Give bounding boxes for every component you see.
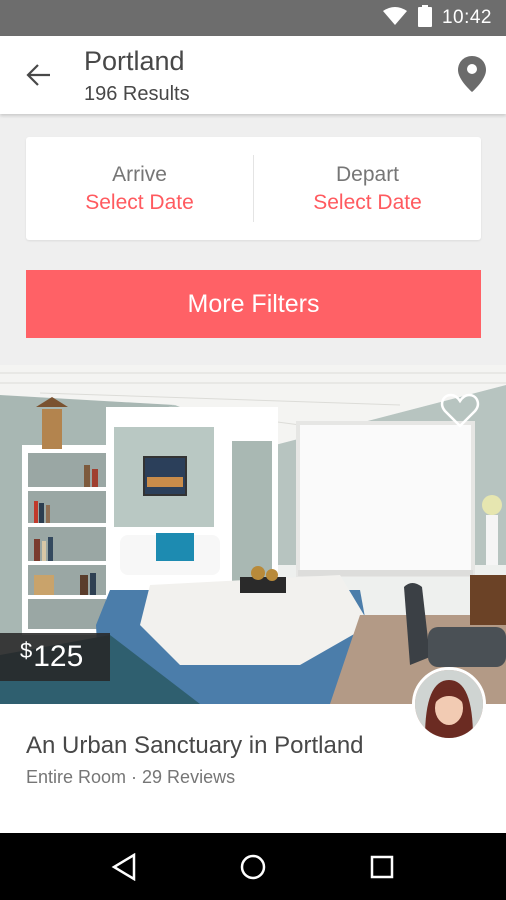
favorite-button[interactable] <box>440 393 480 429</box>
nav-home-icon <box>240 854 266 879</box>
arrive-label: Arrive <box>112 162 167 186</box>
price-value: 125 <box>33 640 84 673</box>
wifi-icon <box>382 6 408 31</box>
battery-icon <box>417 4 432 32</box>
results-count: 196 Results <box>84 83 190 105</box>
nav-back-icon <box>111 852 136 881</box>
nav-recents-button[interactable] <box>362 847 402 887</box>
depart-date-selector[interactable]: Depart Select Date <box>254 137 481 240</box>
system-nav-bar <box>0 833 506 900</box>
arrive-date-selector[interactable]: Arrive Select Date <box>26 137 253 240</box>
listing-card[interactable]: $ 125 An Urban Sanctuary in Portland Ent… <box>0 365 506 833</box>
depart-value: Select Date <box>313 190 422 214</box>
heart-icon <box>440 393 480 428</box>
map-pin-icon <box>458 56 486 92</box>
nav-home-button[interactable] <box>233 847 273 887</box>
currency-symbol: $ <box>20 638 33 663</box>
status-bar: 10:42 <box>0 0 506 36</box>
nav-back-button[interactable] <box>104 847 144 887</box>
back-arrow-icon <box>26 64 50 86</box>
nav-recents-icon <box>370 855 393 878</box>
host-avatar[interactable] <box>412 667 486 741</box>
back-button[interactable] <box>22 58 56 92</box>
price-tag: $ 125 <box>0 633 110 681</box>
depart-label: Depart <box>335 162 400 186</box>
listing-title[interactable]: An Urban Sanctuary in Portland <box>26 732 364 760</box>
app-bar: Portland 196 Results <box>0 36 506 114</box>
listing-meta: Entire Room · 29 Reviews <box>26 767 236 787</box>
more-filters-button[interactable]: More Filters <box>26 270 481 338</box>
page-title: Portland <box>84 46 185 76</box>
arrive-value: Select Date <box>85 190 194 214</box>
map-button[interactable] <box>456 54 488 94</box>
status-time: 10:42 <box>441 7 492 28</box>
date-picker-card: Arrive Select Date Depart Select Date <box>26 137 481 240</box>
